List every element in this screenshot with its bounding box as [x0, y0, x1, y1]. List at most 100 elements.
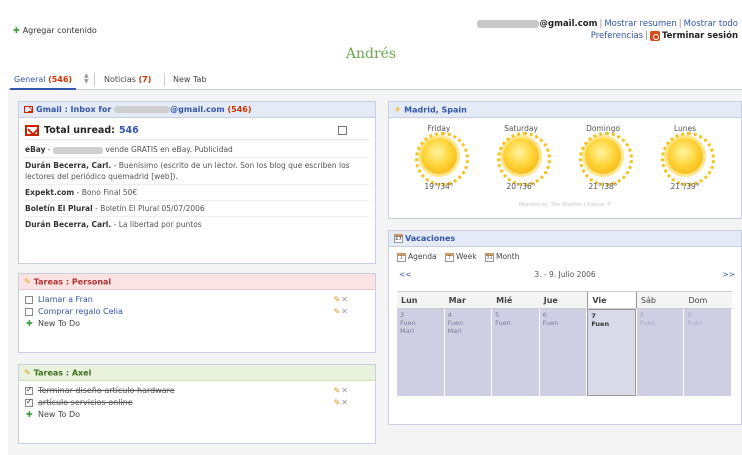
- calendar-day-cells: 3 Fuen Mari 4 Fuen Mari 5 Fuen 6 Fuen 7 …: [397, 309, 732, 396]
- task-label[interactable]: Comprar regalo Celia: [38, 306, 123, 318]
- task-checkbox-checked[interactable]: [25, 384, 33, 396]
- tasks-icon: ✎: [24, 368, 31, 377]
- tab-bar: General (546) ▲ ▼ Noticias (7) New Tab: [8, 68, 742, 90]
- calendar-event[interactable]: Mari: [448, 327, 489, 335]
- new-task-link[interactable]: ✚ New To Do: [25, 318, 369, 330]
- new-task-label: New To Do: [38, 410, 81, 419]
- total-unread-count: 546: [118, 125, 139, 136]
- tab-new-tab[interactable]: New Tab: [169, 72, 211, 90]
- calendar-event[interactable]: Fuen: [448, 319, 489, 327]
- calendar-event[interactable]: Fuen: [640, 319, 681, 327]
- day-header: Mié: [496, 296, 513, 305]
- preferences-link[interactable]: Preferencias: [591, 31, 643, 41]
- calendar-event[interactable]: Fuen: [400, 319, 441, 327]
- calendar-icon: 7: [445, 252, 455, 262]
- mail-snippet: Bono Final 50€: [81, 188, 138, 197]
- sign-out-link[interactable]: Terminar sesión: [662, 31, 738, 41]
- calendar-event[interactable]: Fuen: [687, 319, 728, 327]
- calendar-event[interactable]: Mari: [400, 327, 441, 335]
- gmail-icon: [24, 106, 33, 113]
- week-view-label: Week: [456, 252, 477, 261]
- calendar-day-headers: Lun Mar Mié Jue Vie Sáb Dom: [397, 291, 732, 309]
- calendar-day-cell[interactable]: 6 Fuen: [539, 309, 587, 396]
- tab-noticias-count: (7): [138, 75, 152, 84]
- calendar-event[interactable]: Fuen: [591, 320, 632, 328]
- tab-menu-arrow-icon[interactable]: ▲ ▼: [84, 73, 89, 85]
- sunny-icon: [661, 132, 715, 186]
- gmail-gadget: Gmail : Inbox for @gmail.com (546) Total…: [18, 101, 376, 264]
- mail-item[interactable]: eBay - vende GRATIS en eBay. Publicidad: [25, 142, 369, 158]
- weather-gadget-header[interactable]: ☀ Madrid, Spain: [389, 102, 741, 118]
- tasks-axel-title: Tareas : Axel: [33, 368, 92, 378]
- delete-icon[interactable]: ✕: [341, 398, 349, 407]
- account-bar: @gmail.com | Mostrar resumen | Mostrar todo …: [476, 18, 738, 42]
- email-redacted: [476, 19, 539, 28]
- mail-item[interactable]: Boletín El Plural - Boletín El Plural 05…: [25, 201, 369, 217]
- task-checkbox-checked[interactable]: [25, 396, 33, 408]
- day-header: Lun: [401, 296, 418, 305]
- show-all-link[interactable]: Mostrar todo: [684, 19, 738, 29]
- calendar-day-cell[interactable]: 5 Fuen: [492, 309, 539, 396]
- weather-temp: 21°/39°: [670, 182, 700, 191]
- sunny-icon: [497, 132, 551, 186]
- select-all-checkbox[interactable]: [338, 126, 347, 135]
- text-redacted: [53, 146, 104, 154]
- tab-noticias[interactable]: Noticias (7): [100, 72, 155, 90]
- mail-item[interactable]: Durán Becerra, Carl. - Buenísimo (escrit…: [25, 158, 369, 185]
- mail-sender: Boletín El Plural: [25, 204, 93, 213]
- tasks-personal-header[interactable]: ✎ Tareas : Personal: [19, 274, 375, 290]
- day-header: Sáb: [640, 296, 656, 305]
- calendar-day-cell[interactable]: 9 Fuen: [684, 309, 732, 396]
- day-number: 4: [447, 311, 452, 319]
- task-label[interactable]: Llamar a Fran: [38, 294, 93, 306]
- delete-icon[interactable]: ✕: [341, 307, 349, 316]
- tab-general[interactable]: General (546): [10, 72, 77, 90]
- mail-item[interactable]: Durán Becerra, Carl. - La libertad por p…: [25, 217, 369, 232]
- calendar-event[interactable]: Fuen: [543, 319, 584, 327]
- weather-powered-by[interactable]: Powered by: The Weather Channel ®: [389, 202, 741, 208]
- weather-temp: 21°/38°: [588, 182, 618, 191]
- day-header: Mar: [448, 296, 466, 305]
- show-summary-link[interactable]: Mostrar resumen: [604, 19, 676, 29]
- task-label[interactable]: artículo servicios online: [38, 397, 133, 409]
- sunny-icon: [579, 132, 633, 186]
- month-view-button[interactable]: 31 Month: [484, 247, 519, 267]
- task-item: Llamar a Fran ✎✕: [25, 294, 369, 306]
- tasks-axel-header[interactable]: ✎ Tareas : Axel: [19, 365, 375, 381]
- week-view-button[interactable]: 7 Week: [445, 247, 477, 267]
- task-checkbox[interactable]: [25, 296, 33, 304]
- calendar-day-cell[interactable]: 3 Fuen Mari: [397, 309, 444, 396]
- agenda-view-button[interactable]: 1 Agenda: [397, 247, 437, 267]
- calendar-event[interactable]: Fuen: [495, 319, 536, 327]
- day-header-today: Vie: [587, 292, 637, 308]
- day-number: 5: [495, 311, 500, 319]
- task-item: artículo servicios online ✎✕: [25, 396, 369, 409]
- day-number: 6: [542, 311, 547, 319]
- mail-item[interactable]: Expekt.com - Bono Final 50€: [25, 185, 369, 201]
- calendar-day-cell-today[interactable]: 7 Fuen: [587, 309, 636, 396]
- next-week-button[interactable]: >>: [722, 267, 735, 283]
- task-label[interactable]: Terminar diseño artículo hardware: [38, 385, 175, 397]
- calendar-day-cell[interactable]: 4 Fuen Mari: [444, 309, 492, 396]
- tab-general-label: General: [14, 75, 46, 84]
- total-unread-label: Total unread:: [44, 125, 115, 136]
- new-task-link[interactable]: ✚ New To Do: [25, 409, 369, 421]
- mail-snippet: vende GRATIS en eBay. Publicidad: [105, 145, 233, 154]
- tab-new-tab-label: New Tab: [173, 75, 207, 84]
- tab-noticias-label: Noticias: [104, 75, 136, 84]
- calendar-icon: 31: [484, 252, 494, 262]
- calendar-gadget-header[interactable]: 17 Vacaciones: [389, 231, 741, 247]
- weather-location: Madrid, Spain: [404, 105, 467, 115]
- mail-sender: Durán Becerra, Carl.: [25, 220, 112, 229]
- delete-icon[interactable]: ✕: [341, 295, 349, 304]
- gmail-gadget-header[interactable]: Gmail : Inbox for @gmail.com (546): [19, 102, 375, 118]
- sunny-icon: [415, 132, 469, 186]
- add-content-label: Agregar contenido: [22, 26, 97, 35]
- mail-snippet: Boletín El Plural 05/07/2006: [100, 204, 205, 213]
- tab-divider: [94, 73, 95, 86]
- task-checkbox[interactable]: [25, 308, 33, 316]
- delete-icon[interactable]: ✕: [341, 386, 349, 395]
- add-content-link[interactable]: ✚ Agregar contenido: [13, 26, 97, 35]
- calendar-day-cell[interactable]: 8 Fuen: [636, 309, 684, 396]
- gmail-title-prefix: Gmail : Inbox for: [36, 105, 112, 114]
